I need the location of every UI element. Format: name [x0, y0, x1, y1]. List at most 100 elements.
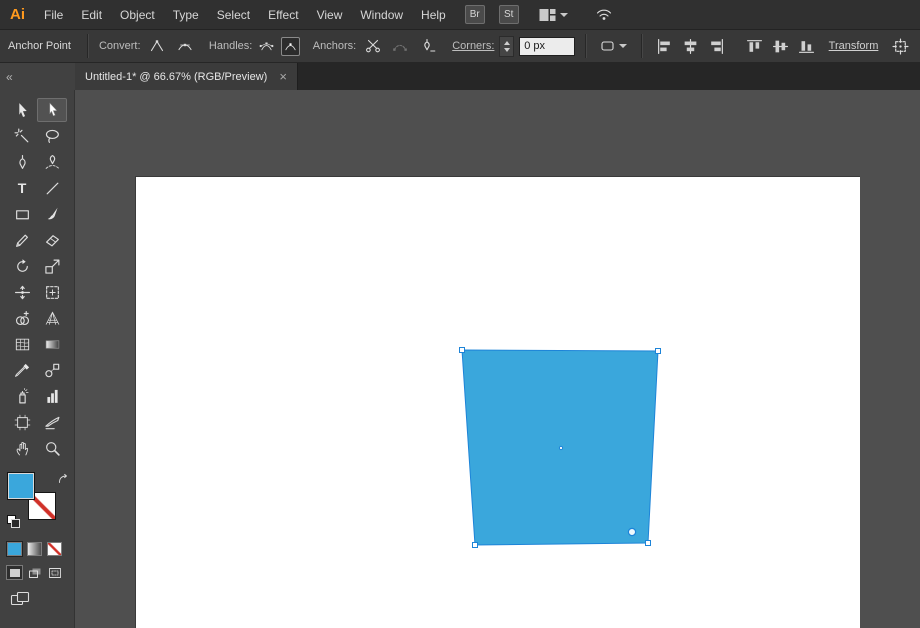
curvature-tool[interactable]	[37, 150, 67, 174]
align-left-button[interactable]	[653, 35, 676, 57]
anchor-point[interactable]	[645, 540, 651, 546]
show-handles-button[interactable]	[257, 37, 276, 56]
corners-label[interactable]: Corners:	[452, 40, 494, 52]
paintbrush-tool[interactable]	[37, 202, 67, 226]
menu-effect[interactable]: Effect	[259, 0, 307, 30]
toolbar-collapse[interactable]: «	[0, 63, 75, 90]
shaper-tool[interactable]	[7, 228, 37, 252]
draw-inside-button[interactable]	[46, 565, 63, 580]
scale-tool[interactable]	[37, 254, 67, 278]
separator	[86, 34, 89, 58]
direct-selection-tool[interactable]	[37, 98, 67, 122]
tab-row: « Untitled-1* @ 66.67% (RGB/Preview) ×	[0, 63, 920, 90]
live-corner-widget[interactable]	[627, 527, 637, 537]
document-tab[interactable]: Untitled-1* @ 66.67% (RGB/Preview) ×	[75, 63, 298, 90]
vertical-align-group	[743, 35, 818, 57]
menu-view[interactable]: View	[308, 0, 352, 30]
shape-builder-icon	[15, 310, 29, 325]
align-center-button[interactable]	[679, 35, 702, 57]
perspective-grid-tool[interactable]	[37, 306, 67, 330]
bristle-brush-button[interactable]: Br	[464, 5, 485, 24]
corners-input[interactable]	[519, 36, 576, 56]
align-middle-button[interactable]	[769, 35, 792, 57]
workspace-switcher[interactable]	[539, 8, 568, 22]
slice-tool[interactable]	[37, 410, 67, 434]
draw-normal-button[interactable]	[6, 565, 23, 580]
rectangle-tool[interactable]	[7, 202, 37, 226]
fill-swatch[interactable]	[7, 472, 35, 500]
anchor-point[interactable]	[459, 347, 465, 353]
hand-tool[interactable]	[7, 436, 37, 460]
curvature-icon	[45, 154, 59, 169]
canvas-svg	[459, 347, 661, 548]
symbol-sprayer-tool[interactable]	[7, 384, 37, 408]
cut-path-button[interactable]	[361, 35, 384, 57]
none-button[interactable]	[47, 542, 62, 556]
align-bottom-button[interactable]	[795, 35, 818, 57]
hand-icon	[16, 441, 28, 455]
menu-type[interactable]: Type	[164, 0, 208, 30]
column-graph-tool[interactable]	[37, 384, 67, 408]
isolate-selected-icon[interactable]	[889, 35, 912, 57]
menu-select[interactable]: Select	[208, 0, 259, 30]
convert-to-corner-button[interactable]	[146, 35, 169, 57]
hide-handles-button[interactable]	[281, 36, 300, 56]
anchors-label: Anchors:	[312, 40, 357, 52]
stepper-up-icon[interactable]	[503, 40, 510, 45]
magic-wand-tool[interactable]	[7, 124, 37, 148]
eraser-tool[interactable]	[37, 228, 67, 252]
lasso-tool[interactable]	[37, 124, 67, 148]
anchor-point[interactable]	[655, 348, 661, 354]
anchor-point[interactable]	[472, 542, 478, 548]
free-transform-tool[interactable]	[37, 280, 67, 304]
menu-file[interactable]: File	[35, 0, 72, 30]
document-tab-strip: Untitled-1* @ 66.67% (RGB/Preview) ×	[75, 63, 920, 90]
line-segment-tool[interactable]	[37, 176, 67, 200]
rotate-tool[interactable]	[7, 254, 37, 278]
blend-tool[interactable]	[37, 358, 67, 382]
type-tool[interactable]: T	[7, 176, 37, 200]
tab-close-icon[interactable]: ×	[279, 70, 287, 83]
shape-properties-dropdown[interactable]	[597, 35, 630, 57]
align-right-button[interactable]	[705, 35, 728, 57]
default-fill-stroke-icon[interactable]	[7, 515, 20, 528]
menu-help[interactable]: Help	[412, 0, 455, 30]
collapse-chevrons[interactable]: «	[6, 70, 13, 84]
remove-anchors-button[interactable]	[417, 35, 440, 57]
sync-settings-icon[interactable]	[594, 4, 614, 26]
selection-tool-icon	[18, 102, 27, 117]
pen-tool[interactable]	[7, 150, 37, 174]
draw-modes-row	[6, 565, 74, 580]
color-button[interactable]	[6, 541, 23, 557]
artboard-tool-icon	[14, 414, 30, 430]
menu-object[interactable]: Object	[111, 0, 164, 30]
screen-mode-button[interactable]	[8, 590, 32, 608]
graphic-styles-button[interactable]: St	[498, 5, 519, 24]
connect-endpoints-button[interactable]	[389, 35, 412, 57]
mesh-tool[interactable]	[7, 332, 37, 356]
menu-edit[interactable]: Edit	[72, 0, 111, 30]
canvas-area[interactable]	[75, 90, 920, 628]
handles-label: Handles:	[208, 40, 253, 52]
artboard-tool[interactable]	[7, 410, 37, 434]
zoom-tool[interactable]	[37, 436, 67, 460]
magic-wand-icon	[13, 127, 28, 142]
context-label: Anchor Point	[8, 40, 71, 52]
menu-window[interactable]: Window	[351, 0, 412, 30]
stepper-down-icon[interactable]	[503, 47, 510, 52]
tools-panel: T	[0, 90, 75, 628]
gradient-icon	[45, 339, 59, 349]
convert-to-smooth-button[interactable]	[173, 35, 196, 57]
shape-builder-tool[interactable]	[7, 306, 37, 330]
gradient-tool[interactable]	[37, 332, 67, 356]
gradient-button[interactable]	[27, 542, 42, 556]
transform-link[interactable]: Transform	[829, 40, 879, 52]
selection-tool[interactable]	[7, 98, 37, 122]
align-top-button[interactable]	[743, 35, 766, 57]
eyedropper-tool[interactable]	[7, 358, 37, 382]
width-tool[interactable]	[7, 280, 37, 304]
draw-behind-button[interactable]	[26, 565, 43, 580]
corners-stepper[interactable]	[499, 35, 515, 57]
swap-fill-stroke-icon[interactable]	[57, 472, 69, 490]
pen-icon	[18, 154, 26, 169]
